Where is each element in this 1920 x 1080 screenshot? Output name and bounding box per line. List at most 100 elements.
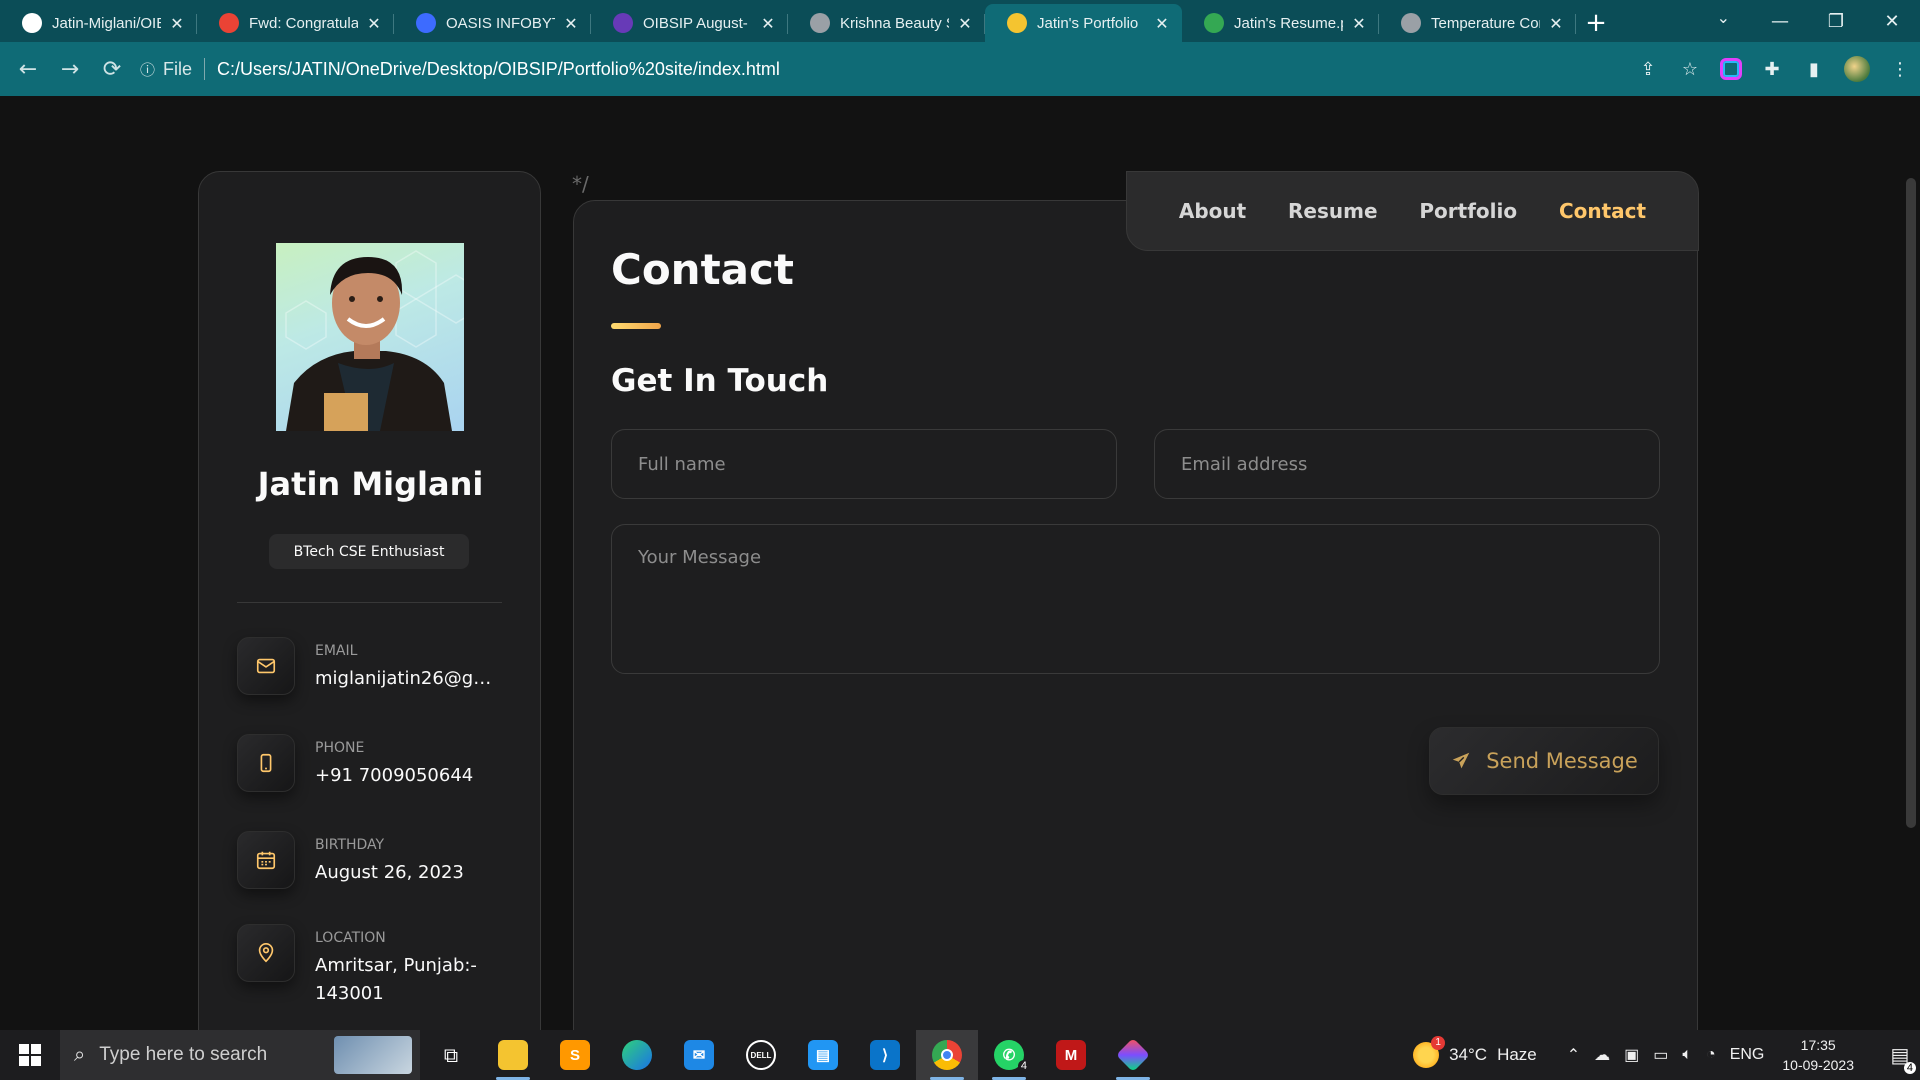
close-window-icon[interactable]: ✕ [1864, 11, 1920, 32]
taskbar-app-git[interactable] [1102, 1030, 1164, 1080]
extensions-puzzle-icon[interactable]: ✚ [1760, 59, 1784, 80]
browser-tab[interactable]: Jatin's Resume.pdf ✕ [1182, 4, 1379, 42]
tab-close-icon[interactable]: ✕ [955, 14, 975, 33]
tab-close-icon[interactable]: ✕ [561, 14, 581, 33]
battery-icon[interactable]: ▭ [1653, 1045, 1668, 1065]
profile-avatar[interactable] [1844, 56, 1870, 82]
fullname-input[interactable] [611, 429, 1117, 499]
forward-arrow-icon[interactable]: → [50, 49, 90, 89]
mcafee-shield-icon: M [1056, 1040, 1086, 1070]
browser-tab[interactable]: Krishna Beauty Sa ✕ [788, 4, 985, 42]
minimize-icon[interactable]: — [1752, 11, 1808, 32]
dell-icon: DELL [746, 1040, 776, 1070]
email-input[interactable] [1154, 429, 1660, 499]
speaker-icon[interactable]: 🔈︎ [1682, 1046, 1692, 1064]
globe-icon [1401, 13, 1421, 33]
gmail-icon [219, 13, 239, 33]
sidebar-separator [237, 602, 502, 603]
taskbar-app-dell[interactable]: DELL [730, 1030, 792, 1080]
page-scrollbar[interactable] [1906, 178, 1916, 828]
sublime-text-icon: S [560, 1040, 590, 1070]
site-info-icon[interactable]: ⓘ [140, 59, 155, 80]
side-panel-icon[interactable]: ▮ [1802, 59, 1826, 80]
browser-tab[interactable]: Jatin-Miglani/OIBSIP ✕ [0, 4, 197, 42]
window-controls: — ❐ ✕ [1752, 0, 1920, 42]
tab-close-icon[interactable]: ✕ [1152, 14, 1172, 33]
new-tab-button[interactable]: + [1576, 4, 1616, 42]
contact-label-location: LOCATION [315, 930, 386, 946]
notification-center-icon[interactable]: ▤ 4 [1880, 1043, 1920, 1074]
nav-link-contact[interactable]: Contact [1559, 199, 1646, 223]
start-button[interactable] [0, 1030, 60, 1080]
message-textarea[interactable] [611, 524, 1660, 674]
send-message-button[interactable]: Send Message [1429, 727, 1659, 795]
tab-list: Jatin-Miglani/OIBSIP✕Fwd: Congratulation… [0, 0, 1576, 42]
weather-alert-badge: 1 [1431, 1036, 1446, 1050]
tab-close-icon[interactable]: ✕ [758, 14, 778, 33]
taskbar-app-mcafee[interactable]: M [1040, 1030, 1102, 1080]
nav-link-portfolio[interactable]: Portfolio [1419, 199, 1517, 223]
browser-menu-icon[interactable]: ⋮ [1888, 59, 1912, 80]
tab-close-icon[interactable]: ✕ [364, 14, 384, 33]
taskbar-app-file-explorer[interactable] [482, 1030, 544, 1080]
system-tray: 1 34°C Haze ⌃ ☁ ▣ ▭ 🔈︎ ◔ ENG 17:35 10-09… [1413, 1030, 1920, 1080]
tab-close-icon[interactable]: ✕ [1546, 14, 1566, 33]
taskbar-app-vscode[interactable]: ⟩ [854, 1030, 916, 1080]
contact-label-email: EMAIL [315, 643, 358, 659]
taskbar-app-whatsapp[interactable]: ✆ 4 [978, 1030, 1040, 1080]
chrome-center-dot [941, 1049, 953, 1061]
taskbar-app-notes[interactable]: ▤ [792, 1030, 854, 1080]
meet-now-icon[interactable]: ▣ [1624, 1045, 1639, 1065]
share-icon[interactable]: ⇪ [1636, 59, 1660, 80]
search-icon: ⌕ [74, 1043, 86, 1066]
wifi-icon[interactable]: ◔ [1706, 1046, 1716, 1064]
tab-close-icon[interactable]: ✕ [1349, 14, 1369, 33]
back-arrow-icon[interactable]: ← [8, 49, 48, 89]
tray-icons: ⌃ ☁ ▣ ▭ 🔈︎ ◔ ENG [1567, 1045, 1765, 1065]
taskbar-clock[interactable]: 17:35 10-09-2023 [1782, 1035, 1854, 1075]
language-indicator[interactable]: ENG [1730, 1046, 1765, 1064]
weather-widget[interactable]: 1 34°C Haze [1413, 1036, 1537, 1068]
mail-app-icon: ✉ [684, 1040, 714, 1070]
nav-link-about[interactable]: About [1179, 199, 1246, 223]
toolbar-actions: ⇪ ☆ ✚ ▮ ⋮ [1636, 42, 1912, 96]
tab-search-chevron-icon[interactable]: ⌄ [1717, 8, 1730, 27]
browser-tab[interactable]: Fwd: Congratulations ✕ [197, 4, 394, 42]
onedrive-cloud-icon[interactable]: ☁ [1594, 1045, 1610, 1065]
drive-icon [1204, 13, 1224, 33]
contact-value-phone[interactable]: +91 7009050644 [315, 762, 505, 790]
taskbar-app-mail[interactable]: ✉ [668, 1030, 730, 1080]
form-title: Get In Touch [611, 363, 829, 399]
forms-icon [613, 13, 633, 33]
contact-value-email[interactable]: miglanijatin26@gmail.com [315, 665, 505, 693]
taskbar-app-edge[interactable] [606, 1030, 668, 1080]
extension-ring-icon[interactable] [1720, 58, 1742, 80]
clock-time: 17:35 [1800, 1037, 1836, 1053]
paper-plane-icon [1452, 752, 1470, 769]
browser-tab-strip: Jatin-Miglani/OIBSIP✕Fwd: Congratulation… [0, 0, 1920, 42]
tab-title: Jatin's Portfolio [1037, 14, 1139, 32]
browser-tab[interactable]: Temperature Con ✕ [1379, 4, 1576, 42]
search-highlight-illustration [334, 1036, 412, 1074]
browser-tab[interactable]: OIBSIP August- P ✕ [591, 4, 788, 42]
bookmark-star-icon[interactable]: ☆ [1678, 59, 1702, 80]
taskbar-app-sublime-text[interactable]: S [544, 1030, 606, 1080]
nav-link-resume[interactable]: Resume [1288, 199, 1378, 223]
tab-title: Temperature Con [1431, 14, 1540, 32]
tray-chevron-up-icon[interactable]: ⌃ [1567, 1045, 1580, 1065]
address-url[interactable]: C:/Users/JATIN/OneDrive/Desktop/OIBSIP/P… [217, 59, 780, 80]
task-view-button[interactable]: ⧉ [420, 1030, 482, 1080]
location-icon [237, 924, 295, 982]
browser-toolbar: ← → ⟳ ⓘ File C:/Users/JATIN/OneDrive/Des… [0, 42, 1920, 96]
taskbar-app-chrome[interactable] [916, 1030, 978, 1080]
page-title: Contact [611, 245, 794, 294]
taskbar-search-box[interactable]: ⌕ Type here to search [60, 1030, 420, 1080]
tab-close-icon[interactable]: ✕ [167, 14, 187, 33]
reload-icon[interactable]: ⟳ [92, 49, 132, 89]
edge-icon [622, 1040, 652, 1070]
phone-icon [237, 734, 295, 792]
address-bar[interactable]: ⓘ File C:/Users/JATIN/OneDrive/Desktop/O… [140, 50, 1640, 88]
restore-icon[interactable]: ❐ [1808, 11, 1864, 32]
browser-tab[interactable]: OASIS INFOBYTE ✕ [394, 4, 591, 42]
browser-tab[interactable]: Jatin's Portfolio ✕ [985, 4, 1182, 42]
